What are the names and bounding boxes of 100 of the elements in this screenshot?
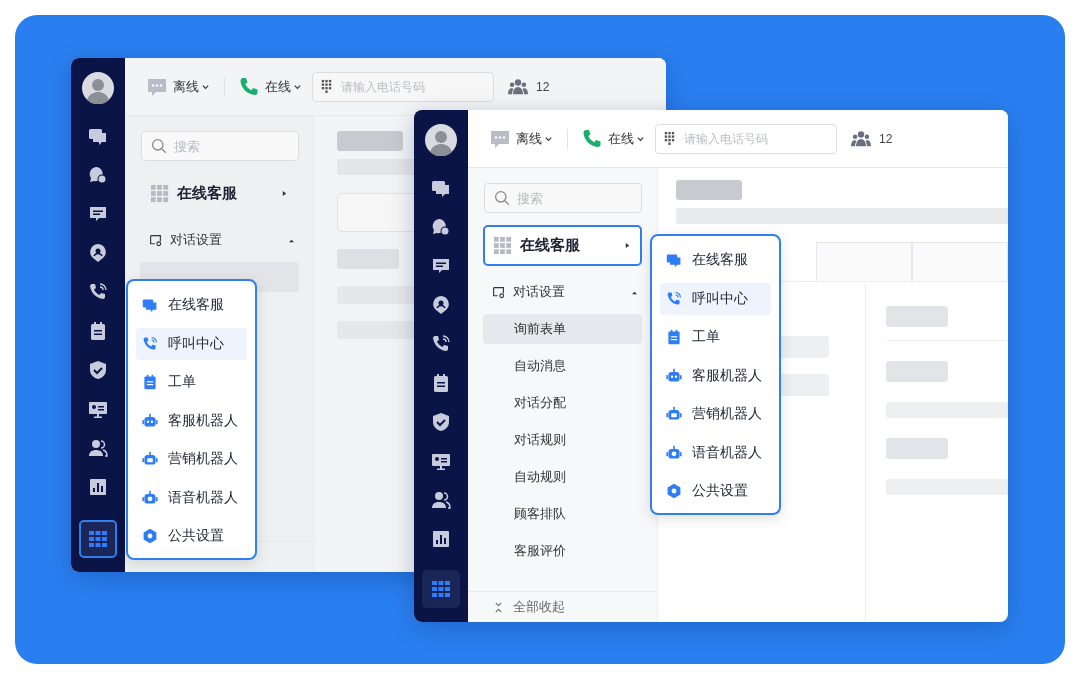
search-field[interactable]: 搜索: [141, 131, 299, 161]
team-count: 12: [536, 79, 550, 94]
robot-mail-icon: [142, 451, 158, 467]
phone-number-field[interactable]: 请输入电话号码: [312, 71, 494, 102]
gear-icon: [142, 528, 158, 544]
settings-group-header[interactable]: 对话设置: [492, 278, 642, 306]
apps-button[interactable]: [422, 570, 460, 608]
settings-item[interactable]: 自动消息: [483, 351, 642, 381]
clipboard-icon[interactable]: [431, 373, 451, 393]
product-switcher[interactable]: 在线客服: [483, 225, 642, 266]
message-icon[interactable]: [431, 256, 451, 276]
grid-icon: [88, 529, 108, 549]
chat-icon[interactable]: [88, 126, 108, 146]
clipboard-icon[interactable]: [88, 321, 108, 341]
shield-check-icon[interactable]: [431, 412, 451, 432]
collapse-all-button[interactable]: 全部收起: [494, 598, 565, 616]
chat-icon[interactable]: [431, 178, 451, 198]
message-icon[interactable]: [88, 204, 108, 224]
product-menu-item[interactable]: 呼叫中心: [136, 327, 247, 360]
collapse-icon: [494, 601, 503, 613]
settings-item[interactable]: 顾客排队: [483, 499, 642, 529]
grid-icon: [150, 184, 169, 203]
chat-settings-icon: [492, 285, 505, 299]
phone-number-field[interactable]: 请输入电话号码: [655, 123, 837, 154]
skeleton-bar: [886, 306, 948, 327]
skeleton-bar: [337, 131, 403, 151]
product-menu-item[interactable]: 语音机器人: [136, 481, 247, 514]
caret-icon: [282, 190, 287, 197]
team-count: 12: [879, 131, 893, 146]
product-menu-item[interactable]: 客服机器人: [136, 404, 247, 437]
product-menu-item[interactable]: 呼叫中心: [660, 282, 771, 315]
skeleton-bar: [676, 180, 742, 200]
skeleton-bar: [779, 374, 829, 396]
chat-icon: [666, 252, 682, 268]
robot-phone-icon: [666, 444, 682, 461]
phone-icon: [142, 335, 158, 352]
location-pin-icon[interactable]: [431, 295, 451, 315]
settings-item[interactable]: 自动规则: [483, 462, 642, 492]
robot-mail-icon: [666, 406, 682, 422]
skeleton-bar: [886, 361, 948, 382]
settings-item[interactable]: 对话规则: [483, 425, 642, 455]
skeleton-bar: [779, 336, 829, 358]
users-icon[interactable]: [431, 490, 451, 510]
product-menu-item[interactable]: 营销机器人: [136, 443, 247, 475]
avatar[interactable]: [82, 72, 114, 104]
phone-icon: [582, 128, 602, 149]
product-menu-item[interactable]: 在线客服: [136, 289, 247, 321]
caret-icon: [293, 82, 302, 91]
online-status-dropdown[interactable]: 在线: [239, 76, 302, 97]
clipboard-icon: [142, 374, 158, 390]
apps-button[interactable]: [79, 520, 117, 558]
clipboard-icon: [666, 329, 682, 345]
online-status-dropdown[interactable]: 在线: [582, 128, 645, 149]
chat-clock-icon[interactable]: [431, 217, 451, 237]
robot-phone-icon: [142, 489, 158, 506]
product-menu-item[interactable]: 工单: [136, 366, 247, 398]
bar-chart-icon[interactable]: [88, 477, 108, 497]
chat-clock-icon[interactable]: [88, 165, 108, 185]
search-field[interactable]: 搜索: [484, 183, 642, 213]
location-pin-icon[interactable]: [88, 243, 108, 263]
product-menu-item[interactable]: 工单: [660, 321, 771, 353]
grid-icon: [431, 579, 451, 599]
product-menu-item[interactable]: 客服机器人: [660, 359, 771, 392]
product-switcher[interactable]: 在线客服: [140, 173, 299, 214]
presentation-icon[interactable]: [88, 399, 108, 419]
product-menu-item[interactable]: 语音机器人: [660, 436, 771, 469]
robot-icon: [666, 367, 682, 384]
offline-status-dropdown[interactable]: 离线: [147, 76, 210, 97]
settings-item[interactable]: 对话分配: [483, 388, 642, 418]
product-menu-item[interactable]: 营销机器人: [660, 398, 771, 430]
robot-icon: [142, 412, 158, 429]
product-menu-item[interactable]: 公共设置: [660, 475, 771, 507]
chat-settings-icon: [149, 233, 162, 247]
settings-group-header[interactable]: 对话设置: [149, 226, 299, 254]
chat-bubble-icon: [490, 128, 510, 149]
team-icon[interactable]: [508, 76, 528, 97]
phone-icon: [239, 76, 259, 97]
shield-check-icon[interactable]: [88, 360, 108, 380]
caret-icon: [625, 242, 630, 249]
phone-icon[interactable]: [88, 282, 108, 302]
phone-icon[interactable]: [431, 334, 451, 354]
chat-bubble-icon: [147, 76, 167, 97]
presentation-icon[interactable]: [431, 451, 451, 471]
gear-icon: [666, 483, 682, 499]
caret-icon: [631, 289, 638, 295]
avatar[interactable]: [425, 124, 457, 156]
bar-chart-icon[interactable]: [431, 529, 451, 549]
caret-icon: [201, 82, 210, 91]
product-menu-item[interactable]: 在线客服: [660, 244, 771, 276]
chat-icon: [142, 297, 158, 313]
team-icon[interactable]: [851, 128, 871, 149]
phone-icon: [666, 290, 682, 307]
offline-status-dropdown[interactable]: 离线: [490, 128, 553, 149]
settings-item[interactable]: 询前表单: [483, 314, 642, 344]
skeleton-bar: [886, 438, 948, 459]
product-menu-item[interactable]: 公共设置: [136, 520, 247, 552]
settings-item[interactable]: 客服评价: [483, 536, 642, 566]
caret-icon: [544, 134, 553, 143]
caret-icon: [636, 134, 645, 143]
users-icon[interactable]: [88, 438, 108, 458]
